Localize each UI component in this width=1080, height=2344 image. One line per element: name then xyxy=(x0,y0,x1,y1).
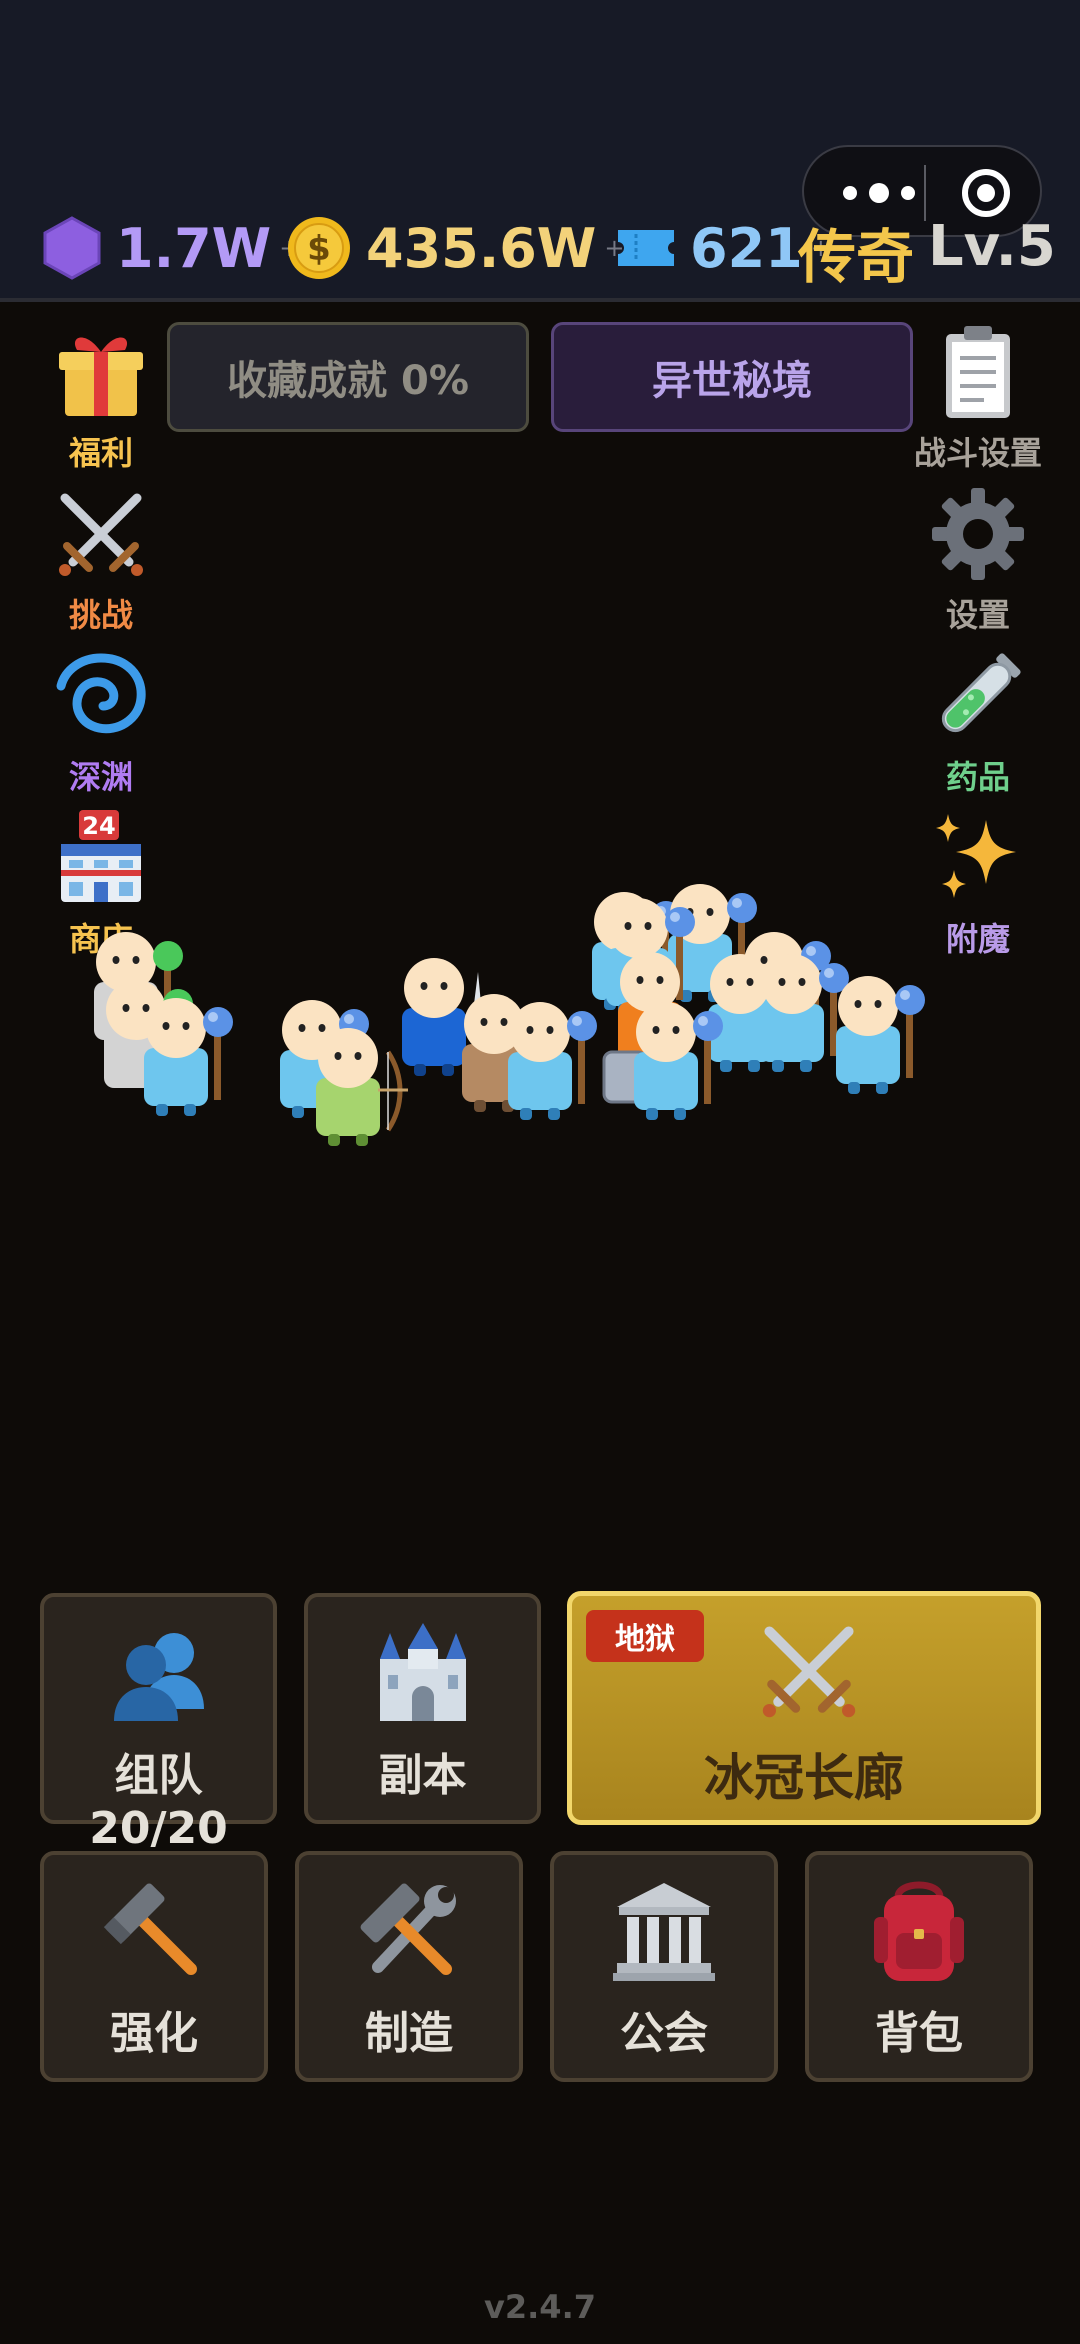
crossed-swords-icon xyxy=(59,493,143,576)
difficulty-badge: 地狱 xyxy=(586,1610,704,1662)
abyss-label: 深渊 xyxy=(68,758,133,796)
challenge-button[interactable]: 挑战 xyxy=(31,484,171,636)
backpack-icon xyxy=(874,1881,964,1981)
enhance-label: 强化 xyxy=(110,2008,198,2059)
team-icon xyxy=(113,1633,204,1721)
party-mage xyxy=(508,1002,597,1120)
gem-resource[interactable]: 1.7W + xyxy=(42,208,299,288)
hammer-icon xyxy=(103,1883,197,1975)
battle-settings-button[interactable]: 战斗设置 xyxy=(908,322,1048,474)
clipboard-icon xyxy=(946,326,1010,418)
capsule-separator xyxy=(924,165,926,221)
guild-label: 公会 xyxy=(620,2008,708,2059)
team-button[interactable]: 组队 20/20 xyxy=(40,1593,277,1854)
gem-count: 1.7W xyxy=(116,216,272,280)
party-mage xyxy=(760,954,849,1072)
welfare-label: 福利 xyxy=(68,434,133,472)
party-mage xyxy=(634,1002,723,1120)
gold-coin-icon: $ xyxy=(288,217,350,279)
secret-realm-button[interactable]: 异世秘境 xyxy=(551,322,913,432)
party-mage xyxy=(836,976,925,1094)
featured-dungeon-button[interactable]: 地狱 冰冠长廊 xyxy=(567,1591,1041,1825)
close-target-icon[interactable] xyxy=(956,167,1016,219)
gear-icon xyxy=(932,488,1024,580)
party-mage xyxy=(144,998,233,1116)
test-tube-icon xyxy=(941,653,1021,733)
potions-label: 药品 xyxy=(945,758,1010,796)
craft-label: 制造 xyxy=(365,2008,453,2059)
hammer-wrench-icon xyxy=(360,1883,456,1975)
player-rank: 传奇 xyxy=(798,223,915,291)
backpack-label: 背包 xyxy=(875,2008,963,2059)
settings-button[interactable]: 设置 xyxy=(908,484,1048,636)
dungeon-label: 副本 xyxy=(378,1750,467,1801)
battle-settings-label: 战斗设置 xyxy=(913,434,1042,472)
enhance-button[interactable]: 强化 xyxy=(40,1851,268,2082)
team-label: 组队 20/20 xyxy=(89,1750,228,1854)
collection-achievement-button[interactable]: 收藏成就 0% xyxy=(167,322,529,432)
party-scene xyxy=(94,884,925,1240)
cyclone-icon xyxy=(56,653,146,734)
crossed-swords-icon xyxy=(762,1626,856,1718)
featured-dungeon-label: 冰冠长廊 xyxy=(704,1749,904,1807)
version-label: v2.4.7 xyxy=(484,2288,596,2326)
castle-icon xyxy=(379,1623,466,1721)
gem-icon xyxy=(43,216,101,280)
backpack-button[interactable]: 背包 xyxy=(805,1851,1033,2082)
challenge-label: 挑战 xyxy=(68,596,133,634)
more-icon[interactable] xyxy=(834,175,924,211)
ticket-icon xyxy=(618,230,674,266)
guild-button[interactable]: 公会 xyxy=(550,1851,778,2082)
header-divider xyxy=(0,298,1080,302)
store-badge-number: 24 xyxy=(82,812,115,840)
welfare-button[interactable]: 福利 xyxy=(31,322,171,474)
gift-icon xyxy=(59,337,143,416)
craft-button[interactable]: 制造 xyxy=(295,1851,523,2082)
dungeon-button[interactable]: 副本 xyxy=(304,1593,541,1824)
potions-button[interactable]: 药品 xyxy=(908,646,1048,798)
ticket-count: 621 xyxy=(690,216,803,280)
abyss-button[interactable]: 深渊 xyxy=(31,646,171,798)
settings-label: 设置 xyxy=(945,596,1010,634)
gold-count: 435.6W xyxy=(366,216,597,280)
player-level: Lv.5 xyxy=(928,214,1056,279)
party-archer xyxy=(316,1028,408,1146)
svg-text:$: $ xyxy=(307,229,331,269)
classical-building-icon xyxy=(613,1883,715,1981)
gold-resource[interactable]: $ 435.6W + xyxy=(286,208,624,288)
